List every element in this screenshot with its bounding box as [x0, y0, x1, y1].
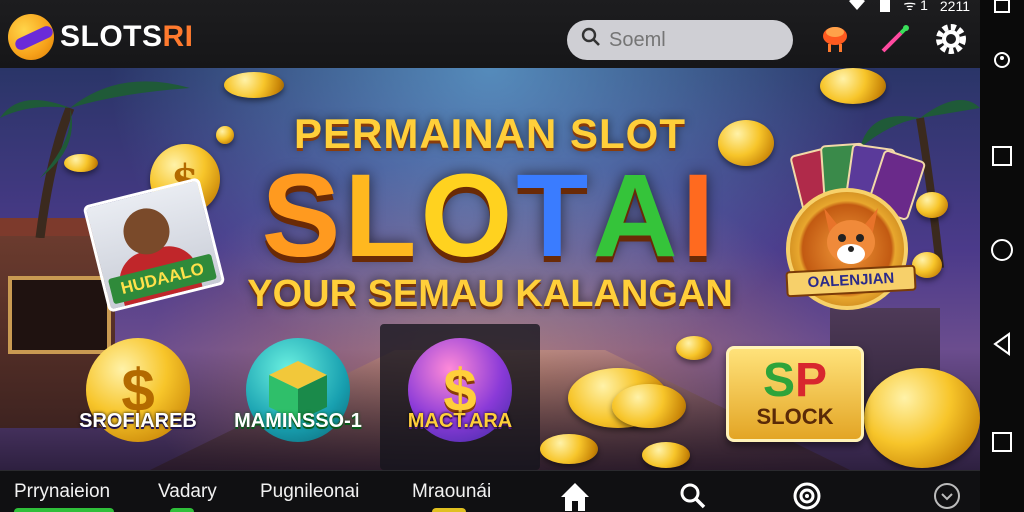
- coin-icon: [642, 442, 690, 468]
- brand-name-main: SLOTS: [60, 20, 163, 53]
- battery-icon: [879, 0, 891, 15]
- game-tile-label: MAMINSSO-1: [234, 410, 362, 432]
- brand-name: SLOTSRI: [60, 20, 194, 54]
- bottom-nav-item[interactable]: Pugnileonai: [260, 481, 359, 503]
- signal-label: ᯤ 1: [903, 0, 928, 13]
- fox-mascot-icon: [824, 208, 878, 264]
- accessibility-icon[interactable]: [980, 48, 1024, 72]
- bottom-nav-item[interactable]: Vadary: [158, 481, 217, 503]
- fox-badge[interactable]: OALENJIAN: [785, 188, 917, 310]
- bottom-nav-item[interactable]: Prrynaieion: [14, 481, 110, 503]
- coin-icon: [676, 336, 712, 360]
- title-letter: I: [681, 150, 719, 282]
- brand-mark-icon: [8, 14, 54, 60]
- game-tile-label: MACT.ARA: [407, 410, 513, 432]
- nav-indicator-pill: [14, 508, 114, 512]
- title-letter: L: [344, 150, 421, 282]
- title-letter: T: [516, 150, 593, 282]
- game-tile-label: SROFIAREB: [79, 410, 197, 432]
- slot-logo: SP: [763, 357, 827, 405]
- slot-tile-label: SLOCK: [756, 404, 834, 429]
- recents-square-icon[interactable]: [980, 142, 1024, 170]
- coin-icon: [224, 72, 284, 98]
- square-icon[interactable]: [980, 428, 1024, 456]
- wifi-icon: [847, 0, 867, 14]
- back-triangle-icon[interactable]: [980, 330, 1024, 358]
- home-icon[interactable]: [558, 479, 592, 512]
- game-tile[interactable]: MAMINSSO-1: [218, 324, 378, 470]
- square-icon[interactable]: [980, 0, 1024, 14]
- bottom-nav: Prrynaieion Vadary Pugnileonai Mraounái: [0, 470, 980, 512]
- brand-logo[interactable]: SLOTSRI: [8, 14, 194, 60]
- coin-icon: [216, 126, 234, 144]
- title-letter: S: [261, 150, 345, 282]
- target-icon[interactable]: [790, 479, 824, 512]
- search-bar[interactable]: [567, 20, 793, 60]
- game-tile-active[interactable]: $ MACT.ARA: [380, 324, 540, 470]
- coin-icon: [540, 434, 598, 464]
- search-icon[interactable]: [676, 479, 710, 512]
- coin-stack-icon: [612, 384, 686, 428]
- slot-game-tile[interactable]: SP SLOCK: [726, 346, 864, 442]
- basket-icon[interactable]: [818, 22, 852, 56]
- bottom-nav-item[interactable]: Mraounái: [412, 481, 491, 503]
- brand-name-accent: RI: [162, 20, 194, 53]
- slot-logo-s: S: [762, 354, 795, 407]
- app-header: ᯤ 1 2211 SLOTSRI: [0, 0, 980, 68]
- coin-icon: [718, 120, 774, 166]
- coin-icon: [912, 252, 942, 278]
- coin-icon: [64, 154, 98, 172]
- search-input[interactable]: [609, 28, 779, 52]
- coin-icon: [820, 68, 886, 104]
- magic-wand-icon[interactable]: [878, 22, 912, 56]
- status-bar: ᯤ 1 2211: [847, 0, 970, 15]
- promo-banner[interactable]: PERMAINAN SLOT SLOTAI YOUR SEMAU KALANGA…: [0, 68, 980, 470]
- settings-gear-icon[interactable]: [934, 22, 968, 56]
- title-letter: O: [420, 150, 517, 282]
- nav-indicator-pill: [432, 508, 466, 512]
- nav-indicator-pill: [170, 508, 194, 512]
- android-navigation-bar: [980, 0, 1024, 512]
- search-icon: [581, 27, 601, 53]
- title-letter: A: [592, 150, 682, 282]
- slot-logo-p: P: [795, 354, 828, 407]
- status-time: 2211: [939, 0, 970, 14]
- home-circle-icon[interactable]: [980, 236, 1024, 264]
- game-tile[interactable]: $ SROFIAREB: [58, 324, 218, 470]
- coin-icon: [864, 368, 980, 468]
- chevron-circle-icon[interactable]: [930, 479, 964, 512]
